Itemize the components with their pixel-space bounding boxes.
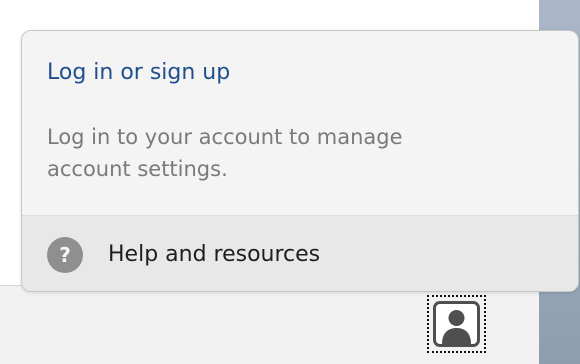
help-and-resources-item[interactable]: ? Help and resources — [22, 215, 578, 291]
help-and-resources-label: Help and resources — [108, 241, 321, 267]
question-circle-icon: ? — [47, 236, 83, 273]
user-avatar-icon — [433, 301, 480, 347]
account-popover: Log in or sign up Log in to your account… — [21, 30, 579, 292]
login-signup-link[interactable]: Log in or sign up — [47, 61, 230, 85]
login-description: Log in to your account to manage account… — [47, 125, 403, 181]
account-login-section: Log in or sign up Log in to your account… — [22, 31, 578, 215]
account-avatar-button[interactable] — [427, 295, 486, 353]
